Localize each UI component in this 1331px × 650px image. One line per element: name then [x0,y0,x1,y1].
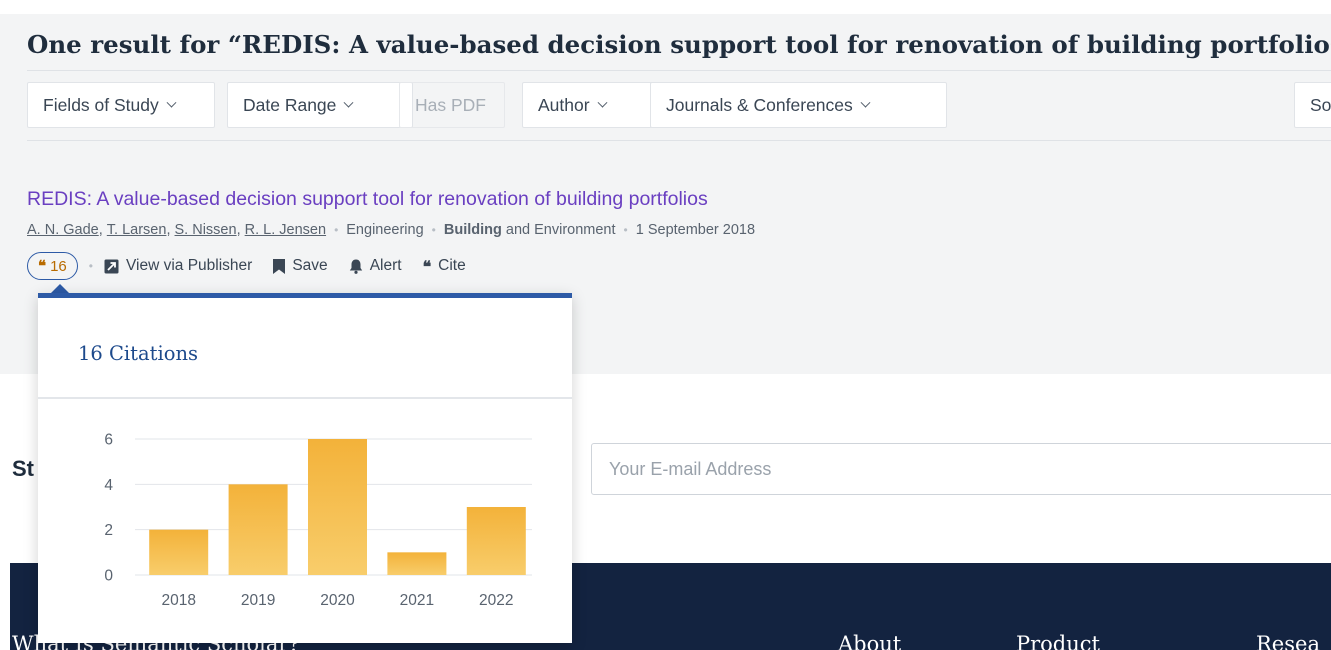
x-tick-label: 2018 [161,592,195,609]
x-tick-label: 2020 [320,592,355,609]
separator-dot: • [431,223,436,237]
action-label: Cite [438,257,466,274]
paper-venue-rest: and Environment [505,222,616,238]
sort-label: So [1310,94,1331,115]
comma: , [166,222,175,238]
filter-journals-conferences[interactable]: Journals & Conferences [650,82,947,128]
paper-field: Engineering [346,222,424,238]
paper-meta: A. N. Gade, T. Larsen, S. Nissen, R. L. … [27,222,755,238]
separator-dot: • [623,223,628,237]
bar-2018[interactable] [149,529,209,575]
filter-fields-of-study[interactable]: Fields of Study [27,82,215,128]
action-label: View via Publisher [125,257,253,274]
y-tick-label: 2 [104,522,113,539]
filter-label: Fields of Study [43,94,159,115]
quote-icon: ❝ [38,257,47,275]
action-label: Alert [369,257,402,274]
bar-2019[interactable] [228,484,288,575]
comma: , [236,222,245,238]
popover-title: 16 Citations [78,342,199,365]
x-tick-label: 2021 [400,592,434,609]
action-label: Save [292,257,328,274]
filter-date-range[interactable]: Date Range [227,82,413,128]
results-heading: One result for “REDIS: A value-based dec… [27,30,1331,59]
filter-label: Date Range [243,94,337,115]
separator-dot: • [88,259,93,273]
bar-2021[interactable] [387,552,447,575]
save-button[interactable]: Save [273,257,328,275]
filter-label: Has PDF [415,94,486,115]
paper-title-link[interactable]: REDIS: A value-based decision support to… [27,188,708,211]
bell-icon [349,259,363,274]
author-link[interactable]: S. Nissen [175,222,237,238]
filter-has-pdf[interactable]: Has PDF [399,82,505,128]
author-link[interactable]: T. Larsen [107,222,167,238]
bookmark-icon [273,258,286,274]
divider [27,140,1331,141]
x-tick-label: 2022 [479,592,513,609]
bar-2020[interactable] [308,439,367,575]
paper-date: 1 September 2018 [635,222,756,238]
chevron-down-icon [860,97,871,108]
chevron-down-icon [343,97,354,108]
footer-link-product[interactable]: Product [1016,632,1100,650]
alert-button[interactable]: Alert [349,257,402,275]
sort-dropdown[interactable]: So [1294,82,1331,128]
author-link[interactable]: A. N. Gade [27,222,99,238]
y-tick-label: 0 [104,568,113,585]
x-tick-label: 2019 [241,592,275,609]
footer-link-research[interactable]: Resea [1256,632,1320,650]
y-tick-label: 4 [104,477,113,494]
cite-button[interactable]: ❝ Cite [423,257,466,276]
filter-label: Journals & Conferences [666,94,853,115]
external-link-icon [104,259,119,274]
filter-label: Author [538,94,590,115]
y-tick-label: 6 [104,432,113,449]
email-field[interactable] [591,443,1331,495]
newsletter-heading: St [12,456,34,481]
citations-bar-chart: 0 2 4 6 2018 2019 2020 2021 2022 [104,432,532,609]
citation-count: 16 [50,257,67,275]
paper-actions: ❝ 16 • View via Publisher Save Alert ❝ C… [27,252,487,280]
paper-venue-bold: Building [443,222,502,238]
view-via-publisher-button[interactable]: View via Publisher [104,257,252,275]
comma: , [98,222,107,238]
filter-author[interactable]: Author [522,82,665,128]
divider [27,70,1331,71]
chevron-down-icon [166,97,177,108]
footer-link-about[interactable]: About [838,632,901,650]
bar-2022[interactable] [466,507,526,575]
citation-count-button[interactable]: ❝ 16 [27,252,78,280]
separator-dot: • [334,223,339,237]
author-link[interactable]: R. L. Jensen [245,222,326,238]
quote-icon: ❝ [422,256,432,276]
filter-bar: Fields of Study Date Range Has PDF Autho… [27,82,1331,128]
citations-popover: 16 Citations 0 2 4 6 2018 2019 2020 2021 2022 [38,293,572,643]
chevron-down-icon [597,97,608,108]
